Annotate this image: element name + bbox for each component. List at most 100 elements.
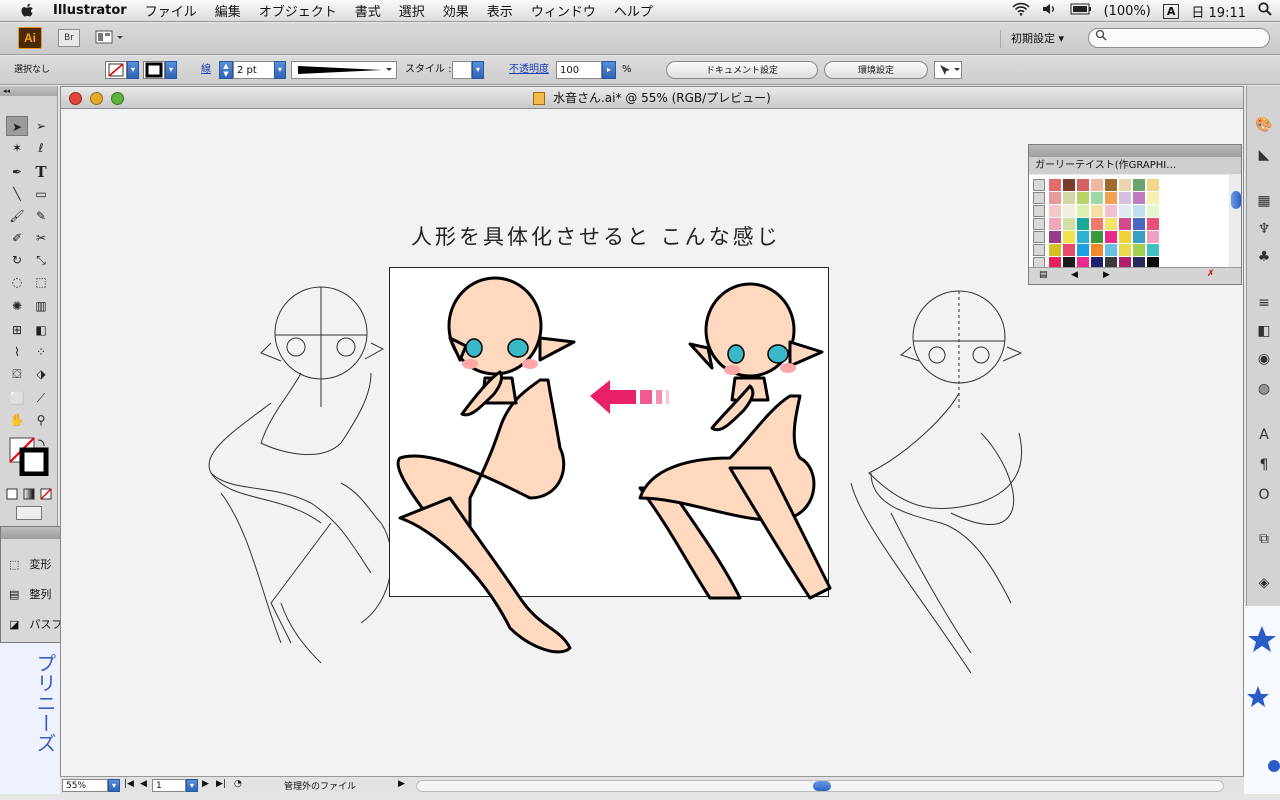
color-swatch[interactable] <box>1105 205 1117 217</box>
character-panel-icon[interactable]: A <box>1255 426 1273 444</box>
menu-select[interactable]: 選択 <box>390 1 434 20</box>
menu-effect[interactable]: 効果 <box>434 1 478 20</box>
tools-panel-header[interactable]: ◂◂ <box>0 86 57 96</box>
color-swatch[interactable] <box>1133 192 1145 204</box>
stroke-label[interactable]: 線 <box>201 61 211 79</box>
color-swatch[interactable] <box>1133 218 1145 230</box>
stroke-color-black[interactable] <box>143 61 165 79</box>
fill-color-none[interactable] <box>105 61 127 79</box>
appearance-panel-icon[interactable]: ◍ <box>1255 380 1273 398</box>
gradient-tool-icon[interactable]: ◧ <box>30 320 52 340</box>
first-artboard-icon[interactable]: |◀ <box>124 779 134 789</box>
pencil-tool-icon[interactable]: ✎ <box>30 206 52 226</box>
color-swatch[interactable] <box>1049 205 1061 217</box>
color-swatch[interactable] <box>1091 231 1103 243</box>
previous-library-icon[interactable]: ◀ <box>1071 270 1078 280</box>
preferences-button[interactable]: 環境設定 <box>824 61 928 79</box>
zoom-window-button[interactable] <box>111 92 124 105</box>
swatch-group-folder-icon[interactable] <box>1033 218 1045 230</box>
color-swatch[interactable] <box>1105 218 1117 230</box>
color-swatch[interactable] <box>1049 179 1061 191</box>
live-paint-selection-tool-icon[interactable]: ⬗ <box>30 364 52 384</box>
color-swatch[interactable] <box>1091 205 1103 217</box>
color-swatch[interactable] <box>1119 179 1131 191</box>
mesh-tool-icon[interactable]: ⊞ <box>6 320 28 340</box>
stroke-weight-dropdown[interactable]: ▾ <box>274 61 286 79</box>
workspace-switcher[interactable]: 初期設定 ▾ <box>1000 30 1072 48</box>
isolate-selection-button[interactable] <box>934 61 962 79</box>
line-tool-icon[interactable]: ╲ <box>6 184 28 204</box>
swatch-group-folder-icon[interactable] <box>1033 205 1045 217</box>
blob-brush-tool-icon[interactable]: ✐ <box>6 228 28 248</box>
status-menu-arrow-icon[interactable]: ▶ <box>398 779 405 789</box>
color-swatch[interactable] <box>1105 231 1117 243</box>
color-swatch[interactable] <box>1063 192 1075 204</box>
artboard[interactable]: .skin{fill:#ffd8c0;stroke:#000;stroke-wi… <box>389 267 832 654</box>
column-graph-tool-icon[interactable]: ▥ <box>30 296 52 316</box>
graphic-style-swatch[interactable] <box>452 61 472 79</box>
color-swatch[interactable] <box>1049 244 1061 256</box>
menu-view[interactable]: 表示 <box>478 1 522 20</box>
brushes-panel-icon[interactable]: ♆ <box>1255 220 1273 238</box>
artboards-panel-icon[interactable]: ⧉ <box>1255 530 1273 548</box>
type-tool-icon[interactable]: T <box>30 162 52 182</box>
opacity-field[interactable]: 100 <box>556 61 602 79</box>
spotlight-icon[interactable] <box>1258 2 1272 20</box>
color-swatch[interactable] <box>1091 218 1103 230</box>
color-swatch[interactable] <box>1133 244 1145 256</box>
artboard-number-field[interactable]: 1 <box>152 779 186 792</box>
scissors-tool-icon[interactable]: ✂ <box>30 228 52 248</box>
symbol-sprayer-tool-icon[interactable]: ✺ <box>6 296 28 316</box>
paragraph-panel-icon[interactable]: ¶ <box>1255 456 1273 474</box>
menu-window[interactable]: ウィンドウ <box>522 1 605 20</box>
status-info[interactable]: 管理外のファイル <box>284 779 356 792</box>
rotate-tool-icon[interactable]: ↻ <box>6 250 28 270</box>
warp-tool-icon[interactable]: ◌ <box>6 272 28 292</box>
color-swatch[interactable] <box>1119 218 1131 230</box>
color-swatch[interactable] <box>1077 192 1089 204</box>
stroke-panel-icon[interactable]: ≡ <box>1255 294 1273 312</box>
color-swatch[interactable] <box>1105 192 1117 204</box>
color-swatch[interactable] <box>1147 218 1159 230</box>
color-swatch[interactable] <box>1119 205 1131 217</box>
color-swatch[interactable] <box>1091 244 1103 256</box>
color-swatch[interactable] <box>1063 218 1075 230</box>
scale-tool-icon[interactable]: ⤡ <box>30 250 52 270</box>
graphic-style-dropdown[interactable]: ▾ <box>472 61 484 79</box>
color-swatch[interactable] <box>1049 192 1061 204</box>
last-artboard-icon[interactable]: ▶| <box>216 779 226 789</box>
color-swatch[interactable] <box>1077 205 1089 217</box>
zoom-tool-icon[interactable]: ⚲ <box>30 410 52 430</box>
color-swatch[interactable] <box>1119 231 1131 243</box>
next-library-icon[interactable]: ▶ <box>1103 270 1110 280</box>
swatch-group-folder-icon[interactable] <box>1033 179 1045 191</box>
eyedropper-tool-icon[interactable]: ⌇ <box>6 342 28 362</box>
color-swatch[interactable] <box>1147 179 1159 191</box>
color-swatch[interactable] <box>1063 244 1075 256</box>
line-art-figure-right[interactable] <box>831 283 1031 683</box>
selection-tool-icon[interactable]: ➤ <box>6 116 28 136</box>
delete-swatch-icon[interactable]: ✗ <box>1207 269 1215 279</box>
swatches-scrollbar[interactable] <box>1231 175 1241 267</box>
paintbrush-tool-icon[interactable]: 🖌 <box>6 206 28 226</box>
color-swatch[interactable] <box>1133 205 1145 217</box>
color-swatch[interactable] <box>1147 205 1159 217</box>
free-transform-tool-icon[interactable]: ⬚ <box>30 272 52 292</box>
color-swatch[interactable] <box>1063 205 1075 217</box>
volume-icon[interactable] <box>1042 2 1058 20</box>
line-art-figure-left[interactable] <box>201 283 401 673</box>
arrange-documents-button[interactable] <box>95 29 127 47</box>
color-swatch[interactable] <box>1147 244 1159 256</box>
blend-tool-icon[interactable]: ⁘ <box>30 342 52 362</box>
fill-stroke-swatches[interactable] <box>8 436 50 477</box>
swatches-tab[interactable]: ガーリーテイスト(作GRAPHI… <box>1029 157 1241 174</box>
artboard-dropdown[interactable]: ▾ <box>186 779 198 792</box>
color-swatch[interactable] <box>1091 192 1103 204</box>
color-swatch[interactable] <box>1077 231 1089 243</box>
gradient-panel-icon[interactable]: ◣ <box>1255 146 1273 164</box>
rectangle-tool-icon[interactable]: ▭ <box>30 184 52 204</box>
stroke-weight-stepper[interactable]: ▲ ▼ <box>219 61 233 79</box>
gradient-swatch-icon[interactable]: ◧ <box>1255 322 1273 340</box>
color-swatch[interactable] <box>1063 179 1075 191</box>
screen-mode-button[interactable] <box>16 506 42 520</box>
